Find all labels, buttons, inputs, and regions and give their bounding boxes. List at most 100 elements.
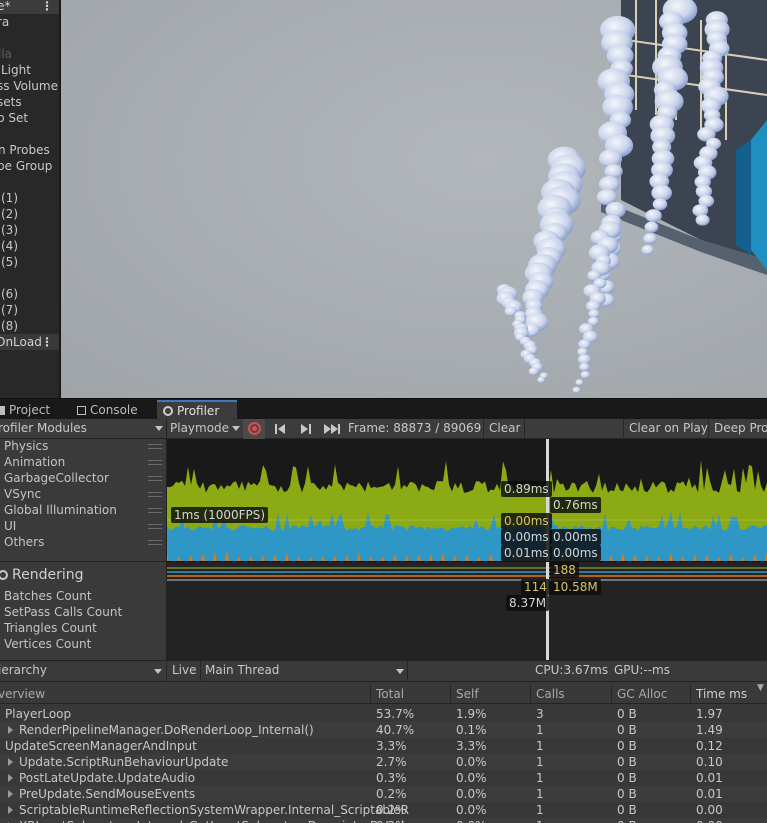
- hierarchy-item[interactable]: Light: [1, 62, 31, 78]
- tab-console[interactable]: Console: [77, 400, 157, 421]
- hierarchy-item[interactable]: (5): [1, 254, 18, 270]
- hierarchy-item[interactable]: p Set: [0, 110, 28, 126]
- module-vertices-count[interactable]: Vertices Count: [4, 636, 91, 652]
- folder-icon: [0, 406, 5, 415]
- row-gc-alloc: 0 B: [617, 818, 637, 823]
- column-total[interactable]: Total: [376, 682, 404, 704]
- hierarchy-item[interactable]: (6): [1, 286, 18, 302]
- value-label: 0.00ms: [501, 529, 552, 545]
- row-name: PostLateUpdate.UpdateAudio: [19, 771, 196, 785]
- rendering-chart[interactable]: 188 114 10.58M 8.37M: [167, 561, 767, 660]
- next-frame-button[interactable]: [296, 419, 316, 439]
- hierarchy-item[interactable]: sets: [0, 94, 22, 110]
- module-vsync[interactable]: VSync: [4, 486, 41, 502]
- module-animation[interactable]: Animation: [4, 454, 65, 470]
- tab-profiler[interactable]: Profiler: [157, 400, 237, 421]
- kebab-menu-icon[interactable]: ⋮: [41, 0, 53, 13]
- row-name: PreUpdate.SendMouseEvents: [19, 787, 196, 801]
- record-button[interactable]: [243, 419, 265, 439]
- column-time-ms[interactable]: Time ms: [696, 682, 747, 704]
- particle-puff: [641, 244, 655, 256]
- hierarchy-item[interactable]: (8): [1, 318, 18, 334]
- row-time: 0.10: [696, 755, 723, 769]
- table-row[interactable]: ScriptableRuntimeReflectionSystemWrapper…: [0, 802, 767, 818]
- column-calls[interactable]: Calls: [536, 682, 565, 704]
- hierarchy-item[interactable]: lla: [0, 46, 12, 62]
- tab-project[interactable]: Project: [0, 400, 76, 421]
- row-total: 0.2%: [376, 787, 407, 801]
- rendering-icon: [0, 570, 8, 580]
- kebab-menu-icon[interactable]: ⋮: [41, 334, 53, 350]
- drag-handle-icon[interactable]: [148, 540, 162, 545]
- table-row[interactable]: RenderPipelineManager.DoRenderLoop_Inter…: [0, 722, 767, 738]
- cpu-usage-chart[interactable]: 1ms (1000FPS) 0.89ms 0.76ms 0.00ms 0.00m…: [167, 439, 767, 561]
- scene-view[interactable]: [61, 0, 767, 398]
- expand-arrow-icon[interactable]: [8, 726, 13, 734]
- column-gc-alloc[interactable]: GC Alloc: [617, 682, 667, 704]
- particle-puff: [695, 214, 710, 226]
- hierarchy-item[interactable]: (1): [1, 190, 18, 206]
- row-gc-alloc: 0 B: [617, 739, 637, 753]
- thread-dropdown[interactable]: Main Thread: [205, 661, 405, 681]
- value-label: 0.00ms: [550, 529, 601, 545]
- bottom-tab-bar: Project Console Profiler: [0, 398, 767, 421]
- current-frame-button[interactable]: [321, 419, 343, 439]
- module-others[interactable]: Others: [4, 534, 44, 550]
- module-garbage-collector[interactable]: GarbageCollector: [4, 470, 109, 486]
- row-total: 0.3%: [376, 771, 407, 785]
- hierarchy-scene-header[interactable]: e* ⋮: [0, 0, 59, 14]
- column-self[interactable]: Self: [456, 682, 479, 704]
- setpass-value: 114: [521, 579, 550, 595]
- hierarchy-item[interactable]: (2): [1, 206, 18, 222]
- drag-handle-icon[interactable]: [148, 492, 162, 497]
- row-name: RenderPipelineManager.DoRenderLoop_Inter…: [19, 723, 314, 737]
- row-calls: 1: [536, 803, 544, 817]
- clear-on-play-toggle[interactable]: Clear on Play: [629, 419, 708, 439]
- live-toggle[interactable]: Live: [172, 661, 197, 681]
- playmode-dropdown[interactable]: Playmode: [170, 419, 241, 439]
- table-row[interactable]: XRInputSubsystem.Internal_GetInputSubsys…: [0, 818, 767, 823]
- hierarchy-item[interactable]: n Probes: [0, 142, 50, 158]
- drag-handle-icon[interactable]: [148, 524, 162, 529]
- table-row[interactable]: Update.ScriptRunBehaviourUpdate 2.7% 0.0% 1…: [0, 754, 767, 770]
- table-row[interactable]: UpdateScreenManagerAndInput 3.3% 3.3% 1 0 B 0…: [0, 738, 767, 754]
- table-row[interactable]: PlayerLoop 53.7% 1.9% 3 0 B 1.97: [0, 706, 767, 722]
- previous-frame-button[interactable]: [270, 419, 290, 439]
- drag-handle-icon[interactable]: [148, 508, 162, 513]
- row-total: 0.2%: [376, 803, 407, 817]
- hierarchy-item[interactable]: (7): [1, 302, 18, 318]
- module-triangles-count[interactable]: Triangles Count: [4, 620, 97, 636]
- hierarchy-item[interactable]: ss Volume: [0, 78, 58, 94]
- module-batches-count[interactable]: Batches Count: [4, 588, 92, 604]
- hierarchy-item[interactable]: (3): [1, 222, 18, 238]
- expand-arrow-icon[interactable]: [8, 758, 13, 766]
- deep-profile-toggle[interactable]: Deep Pro: [714, 419, 767, 439]
- module-ui[interactable]: UI: [4, 518, 16, 534]
- view-mode-dropdown[interactable]: ierarchy: [0, 661, 163, 681]
- value-label: 0.89ms: [501, 481, 552, 497]
- hierarchy-item[interactable]: (4): [1, 238, 18, 254]
- dont-destroy-on-load-header[interactable]: OnLoad ⋮: [0, 334, 59, 350]
- clear-button[interactable]: Clear: [489, 419, 520, 439]
- drag-handle-icon[interactable]: [148, 476, 162, 481]
- rendering-module-title[interactable]: Rendering: [12, 567, 84, 583]
- hierarchy-item[interactable]: be Group: [0, 158, 52, 174]
- chevron-down-icon: [232, 426, 241, 431]
- expand-arrow-icon[interactable]: [8, 806, 13, 814]
- hierarchy-item[interactable]: ra: [0, 14, 9, 30]
- module-physics[interactable]: Physics: [4, 438, 48, 454]
- module-setpass-calls[interactable]: SetPass Calls Count: [4, 604, 122, 620]
- drag-handle-icon[interactable]: [148, 460, 162, 465]
- drag-handle-icon[interactable]: [148, 444, 162, 449]
- profiler-modules-dropdown[interactable]: rofiler Modules: [0, 419, 164, 439]
- table-row[interactable]: PostLateUpdate.UpdateAudio 0.3% 0.0% 1 0 B 0.…: [0, 770, 767, 786]
- frame-cursor[interactable]: [546, 562, 549, 660]
- cpu-chart-svg: [167, 460, 767, 561]
- module-global-illumination[interactable]: Global Illumination: [4, 502, 117, 518]
- expand-arrow-icon[interactable]: [8, 774, 13, 782]
- column-overview[interactable]: verview: [0, 682, 45, 704]
- frame-counter: Frame: 88873 / 89069: [348, 421, 482, 435]
- scene-title: e*: [0, 0, 11, 13]
- expand-arrow-icon[interactable]: [8, 790, 13, 798]
- table-row[interactable]: PreUpdate.SendMouseEvents 0.2% 0.0% 1 0 B 0.0…: [0, 786, 767, 802]
